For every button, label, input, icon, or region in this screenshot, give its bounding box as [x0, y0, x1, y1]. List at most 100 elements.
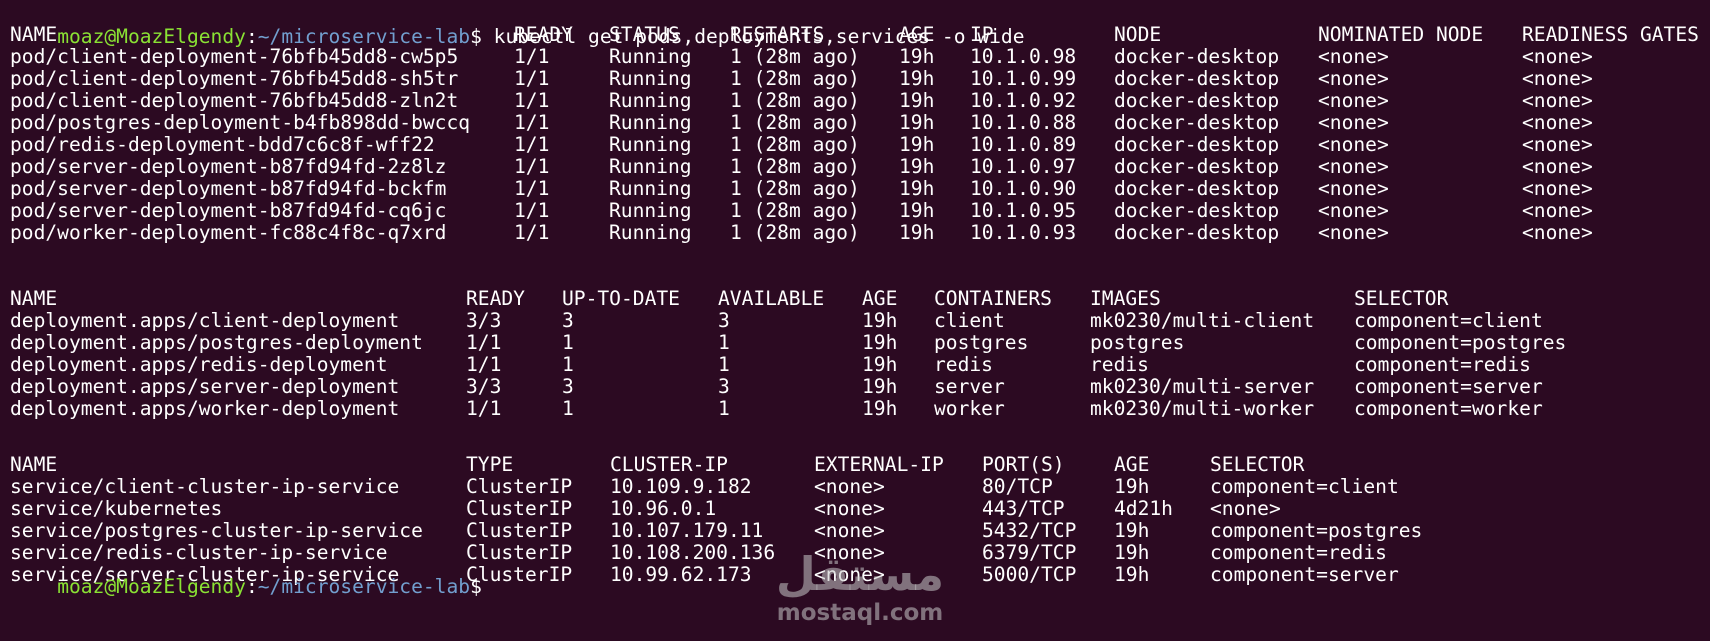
services-row-cell: 10.96.0.1	[610, 497, 717, 520]
pods-row-cell: docker-desktop	[1114, 155, 1280, 178]
pods-row-cell: <none>	[1318, 111, 1389, 134]
services-row-cell: service/client-cluster-ip-service	[10, 475, 400, 498]
services-row-cell: <none>	[814, 563, 885, 586]
pods-row-cell: 1 (28m ago)	[730, 221, 860, 244]
deployments-row-cell: 1	[718, 353, 730, 376]
pods-row-cell: 19h	[899, 177, 935, 200]
pods-row-cell: pod/worker-deployment-fc88c4f8c-q7xrd	[10, 221, 447, 244]
deployments-row-cell: mk0230/multi-worker	[1090, 397, 1315, 420]
deployments-row-cell: component=worker	[1354, 397, 1543, 420]
command-line: moaz@MoazElgendy:~/microservice-lab$ kub…	[10, 1, 1024, 48]
pods-row-cell: 1 (28m ago)	[730, 45, 860, 68]
services-row-cell: 6379/TCP	[982, 541, 1077, 564]
pods-row-cell: <none>	[1522, 111, 1593, 134]
pods-header-cell: NOMINATED NODE	[1318, 23, 1484, 46]
prompt-path: ~/microservice-lab	[257, 575, 471, 598]
prompt-symbol: $	[470, 25, 482, 48]
pods-row-cell: Running	[609, 199, 692, 222]
services-row-cell: 10.99.62.173	[610, 563, 752, 586]
services-header-cell: SELECTOR	[1210, 453, 1305, 476]
prompt-colon: :	[245, 575, 258, 598]
pods-row-cell: 10.1.0.90	[970, 177, 1077, 200]
pods-row-cell: 19h	[899, 221, 935, 244]
pods-row-cell: Running	[609, 177, 692, 200]
pods-row-cell: <none>	[1522, 67, 1593, 90]
services-row-cell: ClusterIP	[466, 563, 573, 586]
pods-row-cell: <none>	[1318, 89, 1389, 112]
deployments-row-cell: 3	[562, 309, 574, 332]
pods-row-cell: 1/1	[514, 155, 550, 178]
pods-row-cell: 1/1	[514, 199, 550, 222]
pods-row-cell: 1 (28m ago)	[730, 177, 860, 200]
pods-row-cell: 1/1	[514, 67, 550, 90]
services-header-cell: NAME	[10, 453, 58, 476]
pods-row-cell: <none>	[1522, 89, 1593, 112]
deployments-row-cell: 1/1	[466, 353, 502, 376]
pods-row-cell: 10.1.0.95	[970, 199, 1077, 222]
deployments-header-cell: AVAILABLE	[718, 287, 825, 310]
services-row-cell: 19h	[1114, 475, 1150, 498]
pods-row-cell: docker-desktop	[1114, 89, 1280, 112]
pods-row-cell: Running	[609, 89, 692, 112]
pods-row-cell: <none>	[1318, 133, 1389, 156]
pods-row-cell: 10.1.0.88	[970, 111, 1077, 134]
services-row-cell: 19h	[1114, 563, 1150, 586]
deployments-row-cell: 1/1	[466, 331, 502, 354]
deployments-row-cell: 1	[562, 397, 574, 420]
pods-row-cell: 1/1	[514, 89, 550, 112]
deployments-row-cell: 1	[562, 353, 574, 376]
services-row-cell: ClusterIP	[466, 497, 573, 520]
deployments-row-cell: postgres	[934, 331, 1029, 354]
pods-row-cell: <none>	[1318, 155, 1389, 178]
pods-row-cell: Running	[609, 67, 692, 90]
deployments-row-cell: deployment.apps/client-deployment	[10, 309, 400, 332]
pods-row-cell: <none>	[1522, 133, 1593, 156]
pods-row-cell: 10.1.0.89	[970, 133, 1077, 156]
pods-row-cell: 19h	[899, 133, 935, 156]
services-row-cell: 10.108.200.136	[610, 541, 776, 564]
pods-row-cell: <none>	[1522, 45, 1593, 68]
pods-row-cell: 19h	[899, 199, 935, 222]
services-row-cell: <none>	[1210, 497, 1281, 520]
pods-row-cell: Running	[609, 221, 692, 244]
services-row-cell: component=client	[1210, 475, 1399, 498]
deployments-header-cell: IMAGES	[1090, 287, 1161, 310]
deployments-row-cell: 3/3	[466, 375, 502, 398]
pods-row-cell: pod/server-deployment-b87fd94fd-2z8lz	[10, 155, 447, 178]
pods-row-cell: pod/server-deployment-b87fd94fd-cq6jc	[10, 199, 447, 222]
pods-row-cell: 1 (28m ago)	[730, 133, 860, 156]
pods-row-cell: 1/1	[514, 45, 550, 68]
services-row-cell: <none>	[814, 497, 885, 520]
pods-row-cell: 19h	[899, 111, 935, 134]
pods-row-cell: docker-desktop	[1114, 45, 1280, 68]
deployments-row-cell: component=postgres	[1354, 331, 1567, 354]
pods-row-cell: docker-desktop	[1114, 221, 1280, 244]
pods-row-cell: pod/redis-deployment-bdd7c6c8f-wff22	[10, 133, 435, 156]
pods-header-cell: AGE	[899, 23, 935, 46]
deployments-row-cell: redis	[934, 353, 993, 376]
terminal-window[interactable]: moaz@MoazElgendy:~/microservice-lab$ kub…	[10, 1, 1710, 641]
deployments-header-cell: READY	[466, 287, 525, 310]
deployments-row-cell: 3	[718, 375, 730, 398]
services-header-cell: PORT(S)	[982, 453, 1065, 476]
pods-header-cell: NODE	[1114, 23, 1162, 46]
pods-row-cell: 1 (28m ago)	[730, 67, 860, 90]
deployments-header-cell: SELECTOR	[1354, 287, 1449, 310]
pods-header-cell: IP	[970, 23, 994, 46]
pods-row-cell: Running	[609, 45, 692, 68]
services-row-cell: 19h	[1114, 541, 1150, 564]
final-prompt-line[interactable]: moaz@MoazElgendy:~/microservice-lab$	[10, 551, 482, 598]
pods-header-cell: READY	[514, 23, 573, 46]
pods-row-cell: 1 (28m ago)	[730, 111, 860, 134]
pods-row-cell: docker-desktop	[1114, 111, 1280, 134]
deployments-row-cell: postgres	[1090, 331, 1185, 354]
pods-row-cell: 1/1	[514, 133, 550, 156]
pods-header-cell: READINESS GATES	[1522, 23, 1699, 46]
services-row-cell: <none>	[814, 475, 885, 498]
pods-row-cell: <none>	[1318, 67, 1389, 90]
pods-row-cell: Running	[609, 111, 692, 134]
pods-row-cell: 10.1.0.92	[970, 89, 1077, 112]
services-row-cell: component=redis	[1210, 541, 1387, 564]
deployments-row-cell: worker	[934, 397, 1005, 420]
prompt-symbol: $	[470, 575, 482, 598]
